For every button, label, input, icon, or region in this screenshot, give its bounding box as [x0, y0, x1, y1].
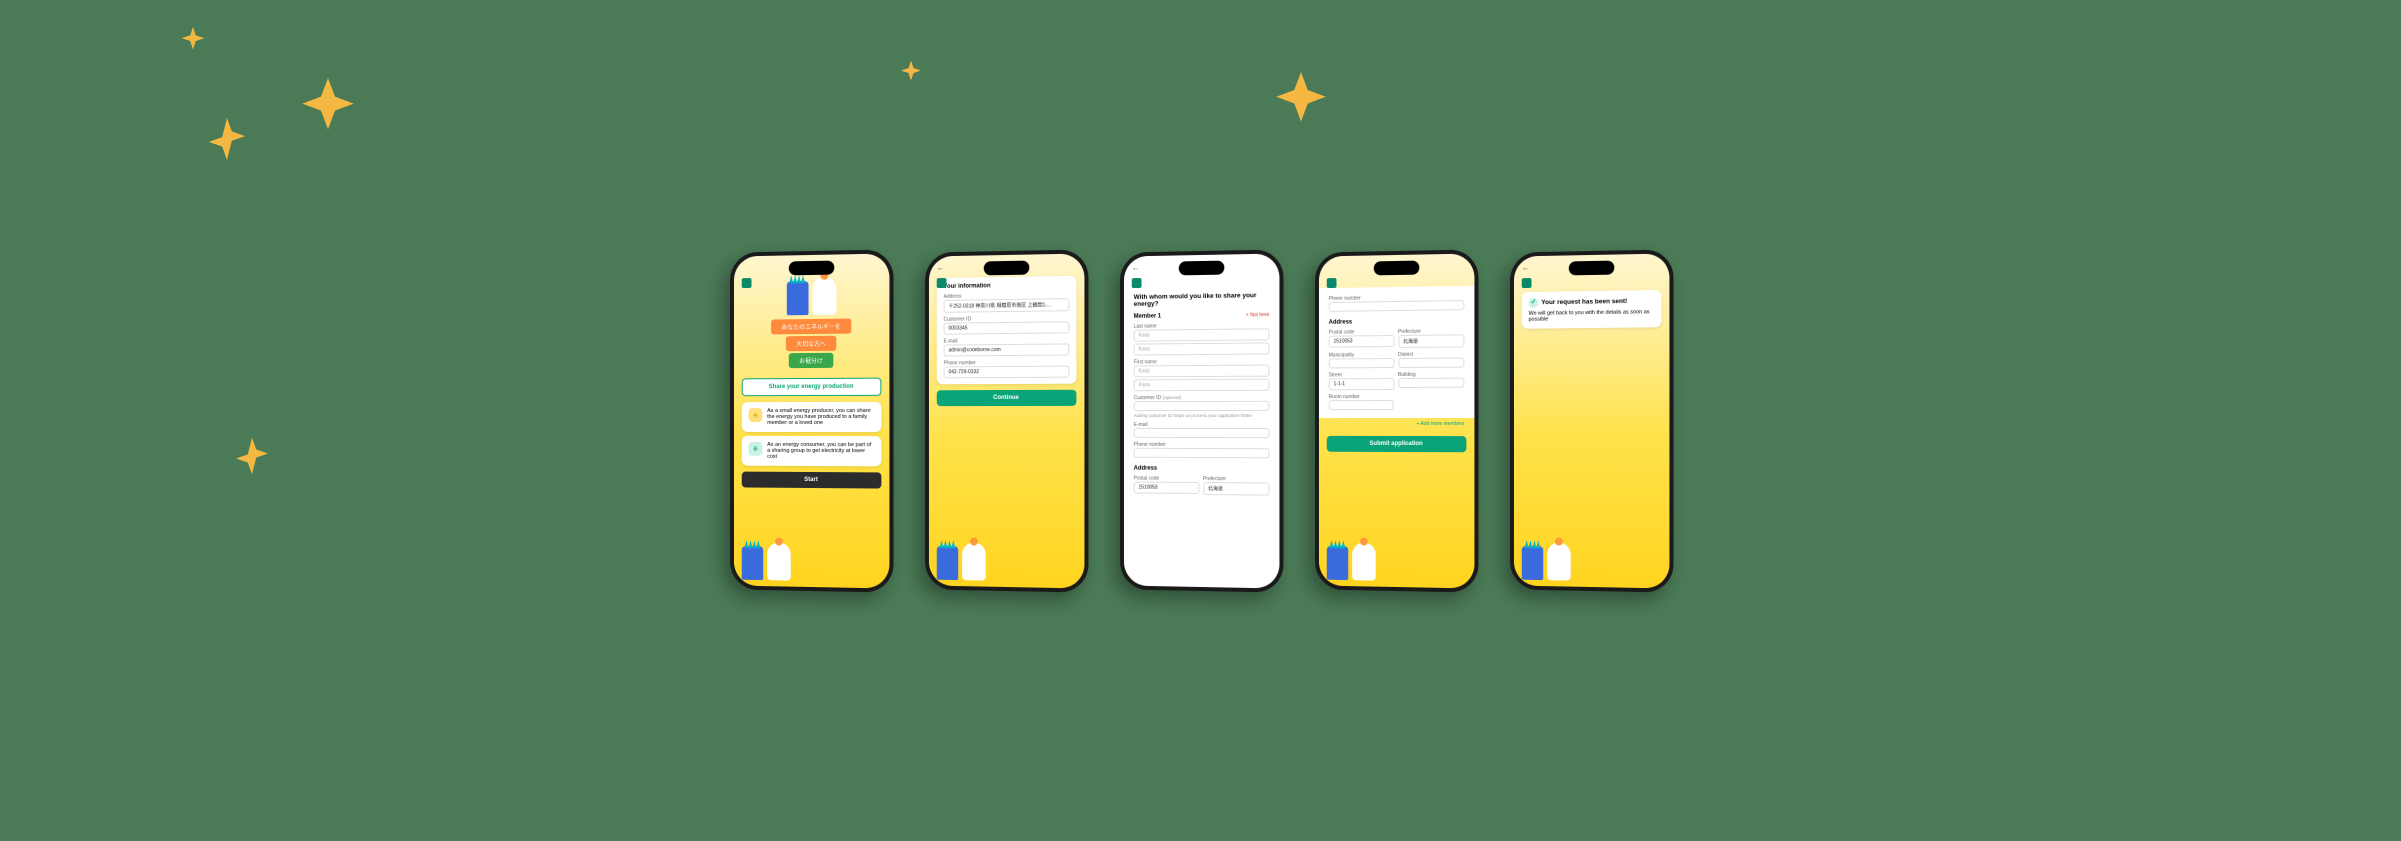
success-title: Your request has been sent! [1541, 298, 1627, 306]
group-icon: ⚘ [748, 441, 762, 455]
prefecture-select[interactable]: 北海道 [1202, 482, 1268, 496]
phone-mockup-row: あなたのエネルギーを 大切な方へ お裾分け Share your energy … [728, 251, 1673, 591]
welcome-banner: あなたのエネルギーを 大切な方へ お裾分け [733, 253, 888, 372]
king-mascot-icon [786, 281, 808, 315]
building-label: Building [1397, 371, 1463, 377]
prefecture-select[interactable]: 北海道 [1397, 334, 1463, 348]
success-card: ✓Your request has been sent! We will get… [1521, 289, 1661, 328]
queen-mascot-icon [1547, 542, 1571, 580]
email-input[interactable] [1133, 427, 1269, 437]
ribbon-2: 大切な方へ [786, 335, 836, 350]
queen-mascot-icon [767, 542, 791, 580]
star-icon [300, 78, 356, 134]
street-label: Street [1328, 372, 1393, 378]
app-logo-icon [1521, 278, 1531, 288]
member-1-label: Member 1 [1133, 313, 1160, 319]
king-mascot-icon [936, 545, 957, 579]
municipality-label: Municipality [1328, 352, 1393, 358]
continue-button[interactable]: Continue [936, 389, 1076, 405]
room-label: Room number [1328, 393, 1464, 399]
your-information-card: Your information Address 〒252-0318 神奈川県 … [936, 275, 1076, 383]
star-icon [232, 436, 272, 476]
phone-mockup-2: ← Your information Address 〒252-0318 神奈川… [925, 249, 1088, 592]
customer-id-hint: Adding customer ID helps us process your… [1133, 412, 1269, 417]
phone-label: Phone number [1133, 441, 1269, 447]
phone-mockup-1: あなたのエネルギーを 大切な方へ お裾分け Share your energy … [730, 249, 893, 592]
back-icon[interactable]: ← [1521, 263, 1529, 272]
phone-mockup-4: Phone number Address Postal code1510053 … [1315, 249, 1478, 592]
phone-input[interactable]: 042-729-0332 [943, 365, 1069, 378]
phone-mockup-3: ← With whom would you like to share your… [1120, 249, 1283, 592]
star-icon [176, 24, 210, 58]
consumer-info-text: As an energy consumer, you can be part o… [767, 441, 874, 459]
producer-info-text: As a small energy producer, you can shar… [767, 407, 874, 425]
municipality-input[interactable] [1328, 358, 1393, 368]
firstname-kanji-input[interactable]: Kanji [1133, 364, 1269, 377]
app-logo-icon [936, 278, 946, 288]
consumer-info-card: ⚘ As an energy consumer, you can be part… [741, 435, 881, 465]
back-icon[interactable]: ← [936, 263, 944, 272]
success-body: We will get back to you with the details… [1528, 309, 1654, 323]
street-input[interactable]: 1-1-1 [1328, 378, 1393, 390]
customer-id-input[interactable] [1133, 400, 1269, 410]
app-logo-icon [1326, 278, 1336, 288]
app-logo-icon [1131, 278, 1141, 288]
king-mascot-icon [1521, 545, 1542, 579]
postal-input[interactable]: 1510053 [1133, 481, 1198, 493]
clear-member-link[interactable]: × Not here [1245, 312, 1269, 318]
customer-id-input[interactable]: 0003345 [943, 321, 1069, 334]
ribbon-1: あなたのエネルギーを [771, 318, 850, 334]
submit-application-button[interactable]: Submit application [1326, 435, 1466, 451]
queen-mascot-icon [811, 276, 835, 314]
check-icon: ✓ [1528, 297, 1538, 307]
star-icon [896, 58, 926, 88]
start-button[interactable]: Start [741, 471, 881, 488]
share-with-heading: With whom would you like to share your e… [1133, 291, 1269, 307]
king-mascot-icon [741, 545, 762, 579]
producer-info-card: ☀ As a small energy producer, you can sh… [741, 401, 881, 431]
your-information-heading: Your information [943, 281, 1069, 289]
district-input[interactable] [1397, 357, 1463, 367]
queen-mascot-icon [1352, 542, 1376, 580]
king-mascot-icon [1326, 545, 1347, 579]
district-label: District [1397, 351, 1463, 358]
sun-icon: ☀ [748, 408, 762, 422]
queen-mascot-icon [962, 542, 986, 580]
postal-label: Postal code [1133, 475, 1198, 481]
room-input[interactable] [1328, 400, 1393, 410]
address-select[interactable]: 〒252-0318 神奈川県 相模原市南区 上鶴間1-… [943, 298, 1069, 313]
add-more-members-link[interactable]: + Add more members [1318, 417, 1473, 429]
star-icon [1274, 72, 1328, 126]
back-icon[interactable]: ← [1131, 263, 1139, 272]
star-icon [204, 116, 250, 162]
email-label: E-mail [1133, 421, 1269, 427]
phone-mockup-5: ← ✓Your request has been sent! We will g… [1510, 249, 1673, 592]
lastname-kana-input[interactable]: Kana [1133, 342, 1269, 355]
customer-id-label: Customer ID (optional) [1133, 394, 1269, 400]
lastname-kanji-input[interactable]: Kanji [1133, 328, 1269, 341]
ribbon-3: お裾分け [789, 352, 833, 367]
app-logo-icon [741, 278, 751, 288]
building-input[interactable] [1397, 377, 1463, 387]
firstname-kana-input[interactable]: Kana [1133, 378, 1269, 391]
postal-input[interactable]: 1510053 [1328, 335, 1393, 348]
share-energy-button[interactable]: Share your energy production [741, 377, 881, 396]
prefecture-label: Prefecture [1202, 476, 1268, 482]
email-input[interactable]: admin@codeborne.com [943, 343, 1069, 356]
phone-input[interactable] [1133, 447, 1269, 458]
